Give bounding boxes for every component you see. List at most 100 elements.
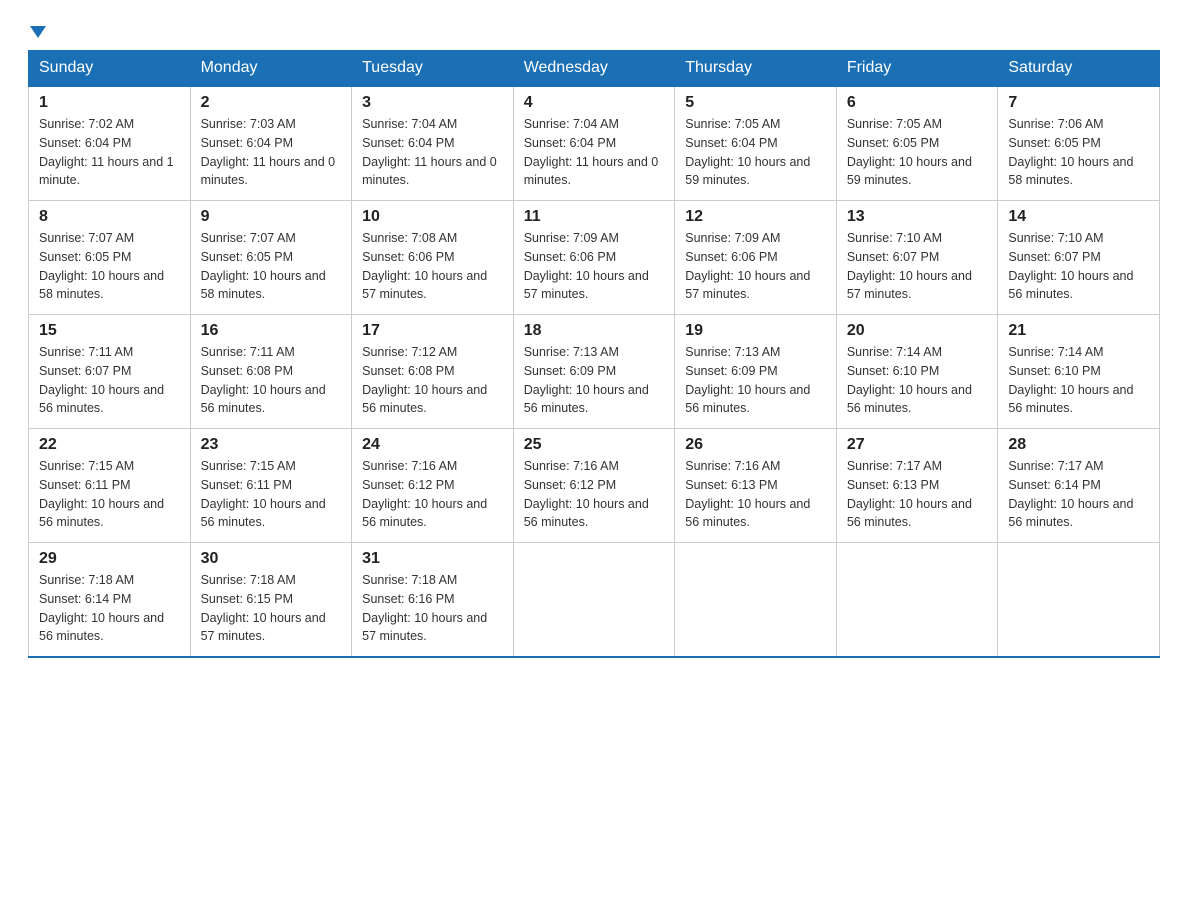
calendar-cell: 10 Sunrise: 7:08 AMSunset: 6:06 PMDayligh… [352, 201, 514, 315]
day-info: Sunrise: 7:18 AMSunset: 6:15 PMDaylight:… [201, 571, 342, 646]
day-number: 27 [847, 436, 988, 454]
calendar-cell: 22 Sunrise: 7:15 AMSunset: 6:11 PMDayligh… [29, 429, 191, 543]
calendar-header-monday: Monday [190, 51, 352, 87]
day-number: 21 [1008, 322, 1149, 340]
day-number: 8 [39, 208, 180, 226]
day-info: Sunrise: 7:14 AMSunset: 6:10 PMDaylight:… [847, 343, 988, 418]
calendar-header-thursday: Thursday [675, 51, 837, 87]
day-info: Sunrise: 7:07 AMSunset: 6:05 PMDaylight:… [201, 229, 342, 304]
day-number: 4 [524, 94, 665, 112]
calendar-cell: 18 Sunrise: 7:13 AMSunset: 6:09 PMDayligh… [513, 315, 675, 429]
day-info: Sunrise: 7:10 AMSunset: 6:07 PMDaylight:… [1008, 229, 1149, 304]
day-number: 24 [362, 436, 503, 454]
calendar-cell: 3 Sunrise: 7:04 AMSunset: 6:04 PMDaylight… [352, 86, 514, 201]
calendar-cell: 23 Sunrise: 7:15 AMSunset: 6:11 PMDayligh… [190, 429, 352, 543]
calendar-week-row: 8 Sunrise: 7:07 AMSunset: 6:05 PMDaylight… [29, 201, 1160, 315]
calendar-cell: 16 Sunrise: 7:11 AMSunset: 6:08 PMDayligh… [190, 315, 352, 429]
logo [28, 24, 46, 40]
day-number: 11 [524, 208, 665, 226]
calendar-cell: 6 Sunrise: 7:05 AMSunset: 6:05 PMDaylight… [836, 86, 998, 201]
calendar-cell: 8 Sunrise: 7:07 AMSunset: 6:05 PMDaylight… [29, 201, 191, 315]
calendar-cell: 4 Sunrise: 7:04 AMSunset: 6:04 PMDaylight… [513, 86, 675, 201]
day-info: Sunrise: 7:16 AMSunset: 6:12 PMDaylight:… [362, 457, 503, 532]
day-info: Sunrise: 7:14 AMSunset: 6:10 PMDaylight:… [1008, 343, 1149, 418]
calendar-cell: 28Sunrise: 7:17 AMSunset: 6:14 PMDayligh… [998, 429, 1160, 543]
day-info: Sunrise: 7:03 AMSunset: 6:04 PMDaylight:… [201, 115, 342, 190]
calendar-cell: 1 Sunrise: 7:02 AMSunset: 6:04 PMDaylight… [29, 86, 191, 201]
calendar-cell: 31 Sunrise: 7:18 AMSunset: 6:16 PMDayligh… [352, 543, 514, 658]
day-number: 2 [201, 94, 342, 112]
day-number: 26 [685, 436, 826, 454]
day-info: Sunrise: 7:17 AMSunset: 6:13 PMDaylight:… [847, 457, 988, 532]
day-number: 28 [1008, 436, 1149, 454]
calendar-cell: 13Sunrise: 7:10 AMSunset: 6:07 PMDayligh… [836, 201, 998, 315]
day-info: Sunrise: 7:04 AMSunset: 6:04 PMDaylight:… [524, 115, 665, 190]
logo-triangle-icon [30, 26, 46, 38]
day-number: 7 [1008, 94, 1149, 112]
day-info: Sunrise: 7:09 AMSunset: 6:06 PMDaylight:… [685, 229, 826, 304]
day-number: 6 [847, 94, 988, 112]
calendar-week-row: 1 Sunrise: 7:02 AMSunset: 6:04 PMDaylight… [29, 86, 1160, 201]
calendar-cell [836, 543, 998, 658]
day-number: 10 [362, 208, 503, 226]
day-number: 31 [362, 550, 503, 568]
day-info: Sunrise: 7:11 AMSunset: 6:08 PMDaylight:… [201, 343, 342, 418]
calendar-header-row: SundayMondayTuesdayWednesdayThursdayFrid… [29, 51, 1160, 87]
day-number: 18 [524, 322, 665, 340]
day-number: 15 [39, 322, 180, 340]
calendar-cell [675, 543, 837, 658]
page-header [28, 24, 1160, 40]
calendar-header-sunday: Sunday [29, 51, 191, 87]
calendar-header-tuesday: Tuesday [352, 51, 514, 87]
calendar-cell [513, 543, 675, 658]
day-number: 23 [201, 436, 342, 454]
day-number: 3 [362, 94, 503, 112]
calendar-cell: 30 Sunrise: 7:18 AMSunset: 6:15 PMDayligh… [190, 543, 352, 658]
day-number: 12 [685, 208, 826, 226]
calendar-week-row: 15 Sunrise: 7:11 AMSunset: 6:07 PMDayligh… [29, 315, 1160, 429]
day-info: Sunrise: 7:07 AMSunset: 6:05 PMDaylight:… [39, 229, 180, 304]
calendar-cell: 15 Sunrise: 7:11 AMSunset: 6:07 PMDayligh… [29, 315, 191, 429]
calendar-cell: 11 Sunrise: 7:09 AMSunset: 6:06 PMDayligh… [513, 201, 675, 315]
day-number: 5 [685, 94, 826, 112]
day-info: Sunrise: 7:13 AMSunset: 6:09 PMDaylight:… [685, 343, 826, 418]
calendar-cell: 17 Sunrise: 7:12 AMSunset: 6:08 PMDayligh… [352, 315, 514, 429]
calendar-week-row: 29Sunrise: 7:18 AMSunset: 6:14 PMDayligh… [29, 543, 1160, 658]
day-info: Sunrise: 7:18 AMSunset: 6:16 PMDaylight:… [362, 571, 503, 646]
calendar-header-friday: Friday [836, 51, 998, 87]
day-number: 16 [201, 322, 342, 340]
day-info: Sunrise: 7:02 AMSunset: 6:04 PMDaylight:… [39, 115, 180, 190]
calendar-table: SundayMondayTuesdayWednesdayThursdayFrid… [28, 50, 1160, 658]
day-info: Sunrise: 7:15 AMSunset: 6:11 PMDaylight:… [39, 457, 180, 532]
calendar-cell: 14 Sunrise: 7:10 AMSunset: 6:07 PMDayligh… [998, 201, 1160, 315]
day-info: Sunrise: 7:05 AMSunset: 6:05 PMDaylight:… [847, 115, 988, 190]
day-info: Sunrise: 7:09 AMSunset: 6:06 PMDaylight:… [524, 229, 665, 304]
day-info: Sunrise: 7:04 AMSunset: 6:04 PMDaylight:… [362, 115, 503, 190]
day-info: Sunrise: 7:13 AMSunset: 6:09 PMDaylight:… [524, 343, 665, 418]
calendar-cell: 26 Sunrise: 7:16 AMSunset: 6:13 PMDayligh… [675, 429, 837, 543]
day-info: Sunrise: 7:05 AMSunset: 6:04 PMDaylight:… [685, 115, 826, 190]
calendar-week-row: 22 Sunrise: 7:15 AMSunset: 6:11 PMDayligh… [29, 429, 1160, 543]
day-info: Sunrise: 7:16 AMSunset: 6:12 PMDaylight:… [524, 457, 665, 532]
day-number: 30 [201, 550, 342, 568]
day-number: 22 [39, 436, 180, 454]
calendar-cell: 24 Sunrise: 7:16 AMSunset: 6:12 PMDayligh… [352, 429, 514, 543]
day-info: Sunrise: 7:06 AMSunset: 6:05 PMDaylight:… [1008, 115, 1149, 190]
day-number: 9 [201, 208, 342, 226]
day-number: 17 [362, 322, 503, 340]
day-number: 14 [1008, 208, 1149, 226]
day-info: Sunrise: 7:11 AMSunset: 6:07 PMDaylight:… [39, 343, 180, 418]
calendar-cell: 19Sunrise: 7:13 AMSunset: 6:09 PMDayligh… [675, 315, 837, 429]
calendar-cell: 2 Sunrise: 7:03 AMSunset: 6:04 PMDaylight… [190, 86, 352, 201]
calendar-cell: 7 Sunrise: 7:06 AMSunset: 6:05 PMDaylight… [998, 86, 1160, 201]
day-number: 1 [39, 94, 180, 112]
calendar-cell: 27 Sunrise: 7:17 AMSunset: 6:13 PMDayligh… [836, 429, 998, 543]
day-info: Sunrise: 7:12 AMSunset: 6:08 PMDaylight:… [362, 343, 503, 418]
day-number: 13 [847, 208, 988, 226]
day-info: Sunrise: 7:08 AMSunset: 6:06 PMDaylight:… [362, 229, 503, 304]
day-info: Sunrise: 7:16 AMSunset: 6:13 PMDaylight:… [685, 457, 826, 532]
calendar-cell [998, 543, 1160, 658]
day-number: 20 [847, 322, 988, 340]
day-number: 25 [524, 436, 665, 454]
day-info: Sunrise: 7:15 AMSunset: 6:11 PMDaylight:… [201, 457, 342, 532]
